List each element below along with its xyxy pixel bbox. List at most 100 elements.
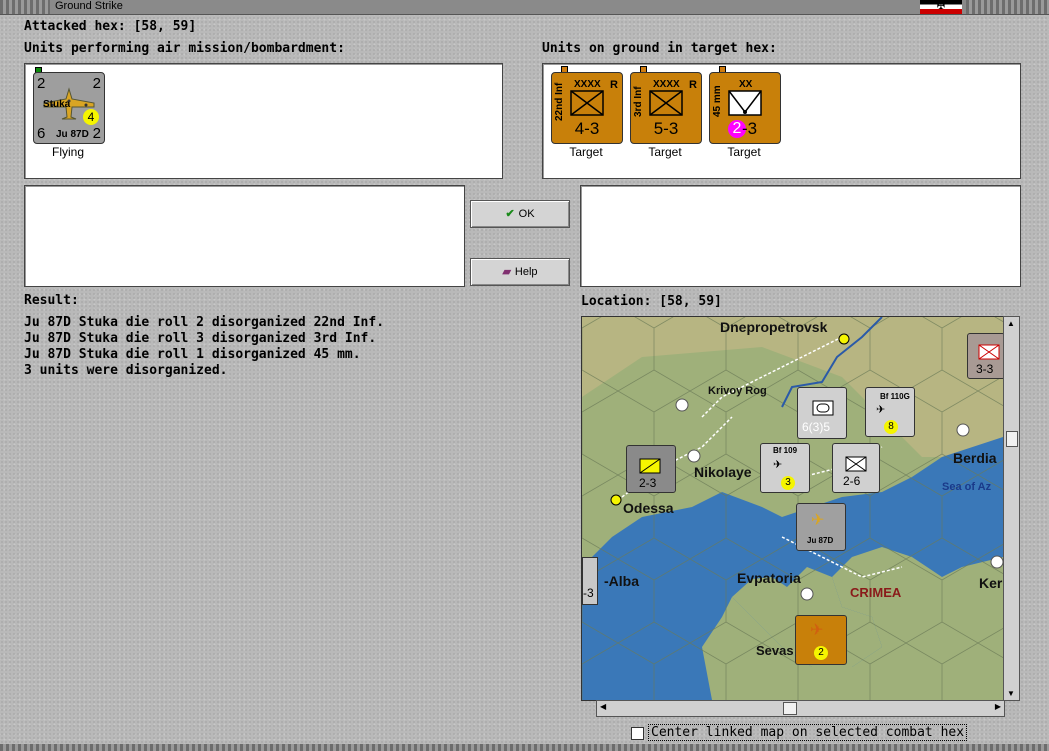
unit-size: XXXX [653,79,680,90]
map-place: Sevas [756,643,794,658]
attacked-hex-label: Attacked hex: [58, 59] [24,19,197,34]
help-book-icon: ▰ [502,266,511,278]
defender-notes-panel [580,185,1021,287]
counter-label: Ju 87D [807,536,834,545]
help-label: Help [514,266,538,278]
unit-size: XX [739,79,753,90]
counter-badge: 2 [814,646,828,660]
ground-unit-counter[interactable]: 45 mm XX 2 -3 [709,72,781,144]
unit-model: Ju 87D [56,129,89,140]
location-label: Location: [58, 59] [581,294,722,309]
help-button[interactable]: ▰ Help [470,258,570,286]
infantry-icon [649,90,683,116]
attacker-notes-panel [24,185,465,287]
map-place: Berdia [953,450,997,466]
map-place: Ker [979,575,1003,591]
map-counter[interactable]: 2-3 [626,445,676,493]
map-place: Nikolaye [694,464,752,480]
title-bar: Ground Strike ✠ [0,0,1049,15]
port-icon [675,398,689,412]
vertical-scroll-thumb[interactable] [1006,431,1018,447]
map-horizontal-scrollbar[interactable]: ◀ ▶ [596,700,1005,717]
infantry-icon [570,90,604,116]
counter-badge: 3 [781,476,795,490]
map-place: Dnepropetrovsk [720,319,828,335]
unit-strength: 5-3 [653,119,679,138]
map-counter[interactable]: Bf 110G ✈ 8 [865,387,915,437]
result-heading: Result: [24,293,79,308]
city-marker [610,494,622,506]
map-counter[interactable]: ✈ 2 [795,615,847,665]
unit-size: XXXX [574,79,601,90]
ok-button[interactable]: ✔ OK [470,200,570,228]
counter-label: Bf 109 [773,446,798,455]
anti-tank-icon [728,90,762,116]
counter-label: Bf 110G [880,392,910,401]
ground-unit-status: Target [569,145,603,159]
stuka-plane-icon: ✈ [811,512,825,529]
title-grip[interactable] [0,0,50,14]
map-counter[interactable]: ✈ Ju 87D [796,503,846,551]
nation-flag-icon: ✠ [920,0,962,14]
map-place: Krivoy Rog [708,385,767,397]
unit-br: 2 [92,125,101,142]
air-unit-counter[interactable]: 2 2 Stuka 4 6 Ju 87D 2 [33,72,105,144]
title-grip-right[interactable] [966,0,1049,14]
bottom-grip[interactable] [0,744,1049,751]
port-icon [956,423,970,437]
map-place: Sea of Az [942,481,992,493]
ground-unit-status: Target [727,145,761,159]
result-line: 3 units were disorganized. [24,363,228,378]
ground-unit-counter[interactable]: 22nd Inf XXXX R 4-3 [551,72,623,144]
unit-badge: 4 [83,109,99,125]
unit-side-label: 22nd Inf [554,82,565,121]
checkmark-icon: ✔ [505,208,515,220]
air-units-panel: 2 2 Stuka 4 6 Ju 87D 2 Flying [24,63,503,179]
center-link-checkbox[interactable] [631,727,644,740]
unit-name: Stuka [43,99,71,110]
ok-label: OK [518,208,535,220]
unit-side-label: 3rd Inf [633,86,644,117]
ground-unit-counter[interactable]: 3rd Inf XXXX R 5-3 [630,72,702,144]
map-vertical-scrollbar[interactable]: ▲ ▼ [1003,316,1020,701]
stuka-plane-icon: ✈ [810,622,824,639]
map-place: Evpatoria [737,570,801,586]
counter-badge: 8 [884,420,898,434]
counter-strength: 2-6 [843,474,861,488]
result-line: Ju 87D Stuka die roll 2 disorganized 22n… [24,315,385,330]
unit-flag: R [610,79,618,91]
result-line: Ju 87D Stuka die roll 3 disorganized 3rd… [24,331,377,346]
map-counter[interactable]: 3-3 [967,333,1003,379]
map-counter[interactable]: 6(3)5 [797,387,847,439]
scroll-down-icon[interactable]: ▼ [1007,689,1015,698]
city-marker [838,333,850,345]
ground-unit-status: Target [648,145,682,159]
unit-strength: -3 [742,119,758,138]
location-map[interactable]: Dnepropetrovsk Krivoy Rog Nikolaye Odess… [581,316,1004,701]
horizontal-scroll-thumb[interactable] [783,702,797,715]
map-place: -Alba [604,573,639,589]
scroll-up-icon[interactable]: ▲ [1007,319,1015,328]
ground-units-panel: 22nd Inf XXXX R 4-3 Target 3rd Inf XXXX … [542,63,1021,179]
fighter-plane-icon: ✈ [876,404,886,416]
window-title: Ground Strike [55,0,123,12]
unit-strength: 4-3 [574,119,600,138]
map-counter[interactable]: -3 [582,557,598,605]
map-counter[interactable]: 2-6 [832,443,880,493]
ground-units-heading: Units on ground in target hex: [542,41,777,56]
armor-icon [812,400,834,416]
result-line: Ju 87D Stuka die roll 1 disorganized 45 … [24,347,361,362]
infantry-icon [845,456,867,472]
scroll-left-icon[interactable]: ◀ [600,702,606,711]
port-icon [687,449,701,463]
port-icon [800,587,814,601]
scroll-right-icon[interactable]: ▶ [995,702,1001,711]
counter-strength: 3-3 [976,362,994,376]
unit-bl: 6 [37,125,46,142]
map-counter[interactable]: Bf 109 ✈ 3 [760,443,810,493]
unit-flag: R [689,79,697,91]
air-units-heading: Units performing air mission/bombardment… [24,41,345,56]
counter-strength: 6(3)5 [802,420,831,434]
counter-strength: -3 [583,586,594,600]
center-link-label[interactable]: Center linked map on selected combat hex [648,724,968,741]
